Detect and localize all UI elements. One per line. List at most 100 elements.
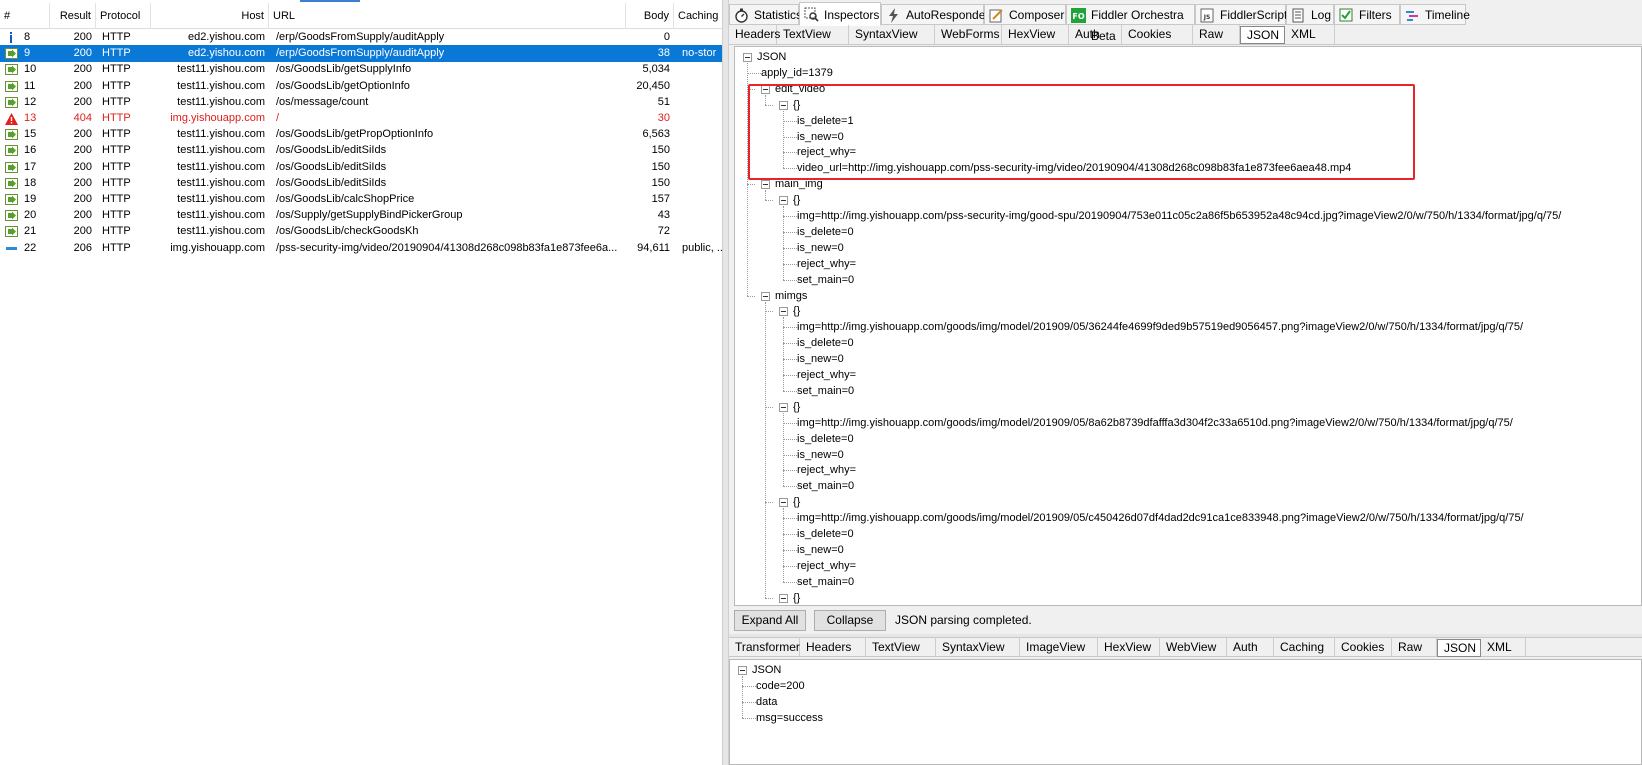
tree-node[interactable]: img=http://img.yishouapp.com/goods/img/m… [797, 510, 1524, 526]
tab-statistics[interactable]: Statistics [729, 4, 802, 25]
collapse-button[interactable]: Collapse [814, 610, 886, 631]
tree-node[interactable]: img=http://img.yishouapp.com/pss-securit… [797, 208, 1561, 224]
res-tab-textview[interactable]: TextView [866, 638, 936, 657]
req-tab-textview[interactable]: TextView [777, 25, 849, 44]
col-body[interactable]: Body [626, 3, 674, 29]
sessions-list[interactable]: # Result Protocol Host URL Body Caching … [0, 0, 722, 765]
collapse-toggle-icon[interactable] [779, 196, 788, 206]
tree-node[interactable]: reject_why= [797, 558, 856, 574]
tree-node[interactable]: {} [793, 494, 800, 510]
tree-node[interactable]: set_main=0 [797, 383, 854, 399]
session-row[interactable]: 21 200 HTTP test11.yishou.com/os/GoodsLib/c… [0, 223, 722, 240]
collapse-toggle-icon[interactable] [738, 666, 747, 675]
collapse-toggle-icon[interactable] [779, 498, 788, 508]
col-num[interactable]: # [0, 3, 50, 29]
tab-fiddlerscript[interactable]: JS FiddlerScript [1195, 4, 1287, 25]
tree-node[interactable]: {} [793, 590, 800, 605]
res-tab-syntaxview[interactable]: SyntaxView [936, 638, 1020, 657]
tab-fiddler-orchestra-beta[interactable]: FO Fiddler Orchestra Beta [1066, 4, 1195, 43]
expand-all-button[interactable]: Expand All [734, 610, 806, 631]
res-tab-xml[interactable]: XML [1481, 638, 1526, 657]
tree-node[interactable]: JSON [757, 49, 786, 65]
tree-node[interactable]: {} [793, 303, 800, 319]
tree-node[interactable]: JSON [752, 662, 781, 678]
session-row[interactable]: 18 200 HTTP test11.yishou.com/os/GoodsLib/e… [0, 175, 722, 192]
session-row[interactable]: 9 200 HTTP ed2.yishou.com/erp/GoodsFromSupp… [0, 45, 722, 63]
res-tab-webview[interactable]: WebView [1160, 638, 1227, 657]
col-result[interactable]: Result [50, 3, 96, 29]
tree-node[interactable]: is_new=0 [797, 447, 844, 463]
tree-node[interactable]: {} [793, 399, 800, 415]
collapse-toggle-icon[interactable] [779, 593, 788, 603]
tree-node[interactable]: reject_why= [797, 367, 856, 383]
session-row[interactable]: 8 200 HTTP ed2.yishou.com/erp/GoodsFromSupp… [0, 29, 722, 46]
res-tab-raw[interactable]: Raw [1392, 638, 1437, 657]
session-row[interactable]: 22 206 HTTP img.yishouapp.com/pss-security-… [0, 240, 722, 257]
tab-composer[interactable]: Composer [984, 4, 1066, 25]
req-tab-cookies[interactable]: Cookies [1122, 25, 1193, 44]
req-tab-xml[interactable]: XML [1285, 25, 1335, 44]
tree-node[interactable]: is_new=0 [797, 351, 844, 367]
tree-node[interactable]: msg=success [756, 710, 823, 726]
req-tab-syntaxview[interactable]: SyntaxView [849, 25, 935, 44]
res-tab-imageview[interactable]: ImageView [1020, 638, 1098, 657]
tab-timeline[interactable]: Timeline [1400, 4, 1470, 25]
response-json-tree[interactable]: JSON code=200 data msg=success [729, 659, 1642, 765]
collapse-toggle-icon[interactable] [761, 180, 770, 190]
tree-node[interactable]: set_main=0 [797, 478, 854, 494]
vertical-splitter[interactable] [722, 0, 729, 765]
req-tab-hexview[interactable]: HexView [1002, 25, 1069, 44]
session-row[interactable]: 12 200 HTTP test11.yishou.com/os/message/co… [0, 94, 722, 111]
res-tab-auth[interactable]: Auth [1227, 638, 1274, 657]
tree-node[interactable]: code=200 [756, 678, 805, 694]
tree-node[interactable]: img=http://img.yishouapp.com/goods/img/m… [797, 415, 1513, 431]
tree-node[interactable]: apply_id=1379 [761, 65, 833, 81]
tab-autoresponder[interactable]: AutoResponder [881, 4, 989, 25]
col-host[interactable]: Host [151, 3, 269, 29]
res-tab-transformer[interactable]: Transformer [729, 638, 800, 657]
collapse-toggle-icon[interactable] [743, 53, 752, 62]
tree-node[interactable]: reject_why= [797, 462, 856, 478]
res-tab-caching[interactable]: Caching [1274, 638, 1335, 657]
collapse-toggle-icon[interactable] [779, 307, 788, 317]
col-url[interactable]: URL [269, 3, 626, 29]
res-tab-cookies[interactable]: Cookies [1335, 638, 1392, 657]
tree-node[interactable]: is_delete=0 [797, 335, 854, 351]
tree-node[interactable]: reject_why= [797, 256, 856, 272]
cell-num: 10 [24, 63, 37, 76]
tree-node[interactable]: is_new=0 [797, 240, 844, 256]
tree-node[interactable]: is_delete=0 [797, 224, 854, 240]
tree-node[interactable]: mimgs [775, 288, 807, 304]
req-tab-json[interactable]: JSON [1240, 26, 1285, 44]
req-tab-headers[interactable]: Headers [729, 25, 780, 44]
res-tab-json[interactable]: JSON [1437, 639, 1481, 657]
tree-node[interactable]: set_main=0 [797, 574, 854, 590]
tab-filters[interactable]: Filters [1334, 4, 1400, 25]
res-tab-headers[interactable]: Headers [800, 638, 866, 657]
req-tab-webforms[interactable]: WebForms [935, 25, 1002, 44]
session-row[interactable]: 17 200 HTTP test11.yishou.com/os/GoodsLib/e… [0, 159, 722, 176]
req-tab-raw[interactable]: Raw [1193, 25, 1240, 44]
tree-node[interactable]: img=http://img.yishouapp.com/goods/img/m… [797, 319, 1523, 335]
collapse-toggle-icon[interactable] [779, 402, 788, 412]
tree-node[interactable]: is_delete=0 [797, 526, 854, 542]
tree-node[interactable]: {} [793, 192, 800, 208]
tree-node[interactable]: data [756, 694, 777, 710]
collapse-toggle-icon[interactable] [761, 291, 770, 301]
session-row[interactable]: 19 200 HTTP test11.yishou.com/os/GoodsLib/c… [0, 191, 722, 208]
tree-node[interactable]: set_main=0 [797, 272, 854, 288]
tree-node[interactable]: is_new=0 [797, 542, 844, 558]
res-tab-hexview[interactable]: HexView [1098, 638, 1160, 657]
tab-log[interactable]: Log [1286, 4, 1334, 25]
session-row[interactable]: 10 200 HTTP test11.yishou.com/os/GoodsLib/g… [0, 61, 722, 78]
col-protocol[interactable]: Protocol [96, 3, 151, 29]
tree-node[interactable]: is_delete=0 [797, 431, 854, 447]
session-row[interactable]: 13 404 HTTP img.yishouapp.com / 30 [0, 110, 722, 127]
tab-inspectors[interactable]: Inspectors [799, 2, 881, 26]
req-tab-auth[interactable]: Auth [1069, 25, 1122, 44]
session-row[interactable]: 16 200 HTTP test11.yishou.com/os/GoodsLib/e… [0, 142, 722, 159]
col-caching[interactable]: Caching [674, 3, 722, 29]
session-row[interactable]: 20 200 HTTP test11.yishou.com/os/Supply/get… [0, 207, 722, 224]
session-row[interactable]: 15 200 HTTP test11.yishou.com/os/GoodsLib/g… [0, 126, 722, 143]
session-row[interactable]: 11 200 HTTP test11.yishou.com/os/GoodsLib/g… [0, 78, 722, 95]
